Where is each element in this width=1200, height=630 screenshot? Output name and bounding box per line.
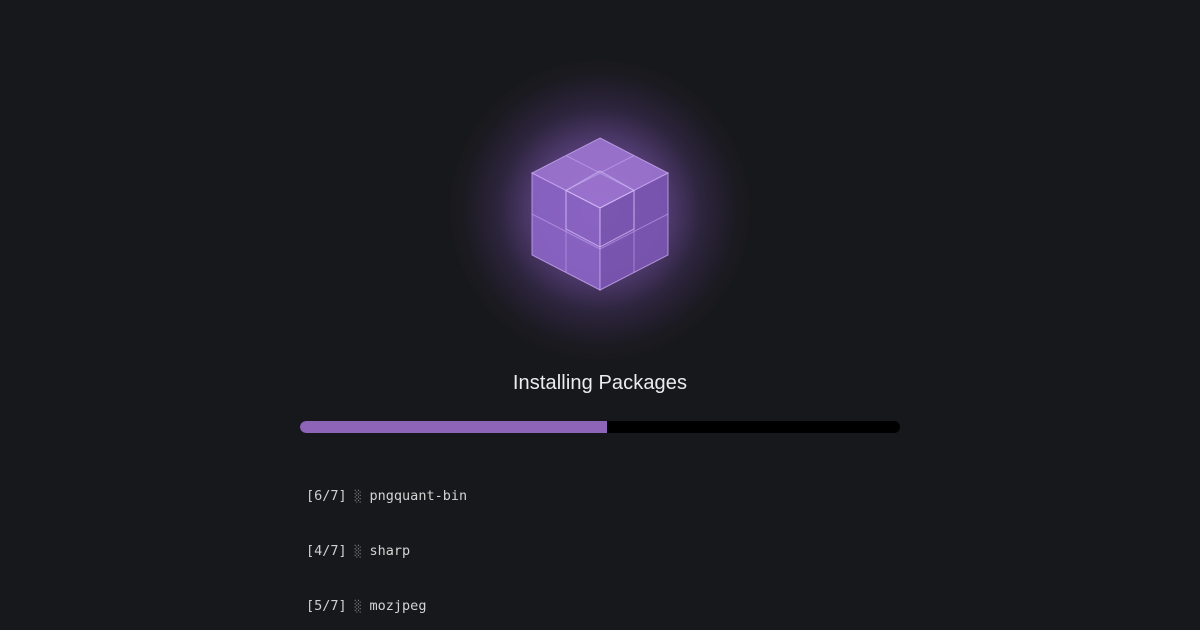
log-step: [5/7] [306, 598, 347, 614]
package-cube-icon [530, 137, 670, 291]
log-package: sharp [369, 543, 411, 559]
progress-bar [300, 421, 900, 433]
page-title: Installing Packages [512, 372, 688, 394]
log-line: [6/7] ░ pngquant-bin [306, 487, 467, 506]
log-package: mozjpeg [369, 598, 427, 614]
install-log: [6/7] ░ pngquant-bin [4/7] ░ sharp [5/7]… [306, 451, 467, 630]
log-step: [4/7] [306, 543, 347, 559]
log-separator: ░ [354, 490, 362, 503]
log-separator: ░ [354, 600, 362, 613]
log-line: [4/7] ░ sharp [306, 542, 467, 561]
progress-fill [300, 421, 608, 433]
install-screen: Installing Packages [6/7] ░ pngquant-bin… [0, 0, 1200, 630]
log-line: [5/7] ░ mozjpeg [306, 597, 467, 616]
log-package: pngquant-bin [369, 488, 468, 504]
log-step: [6/7] [306, 488, 347, 504]
log-separator: ░ [354, 545, 362, 558]
